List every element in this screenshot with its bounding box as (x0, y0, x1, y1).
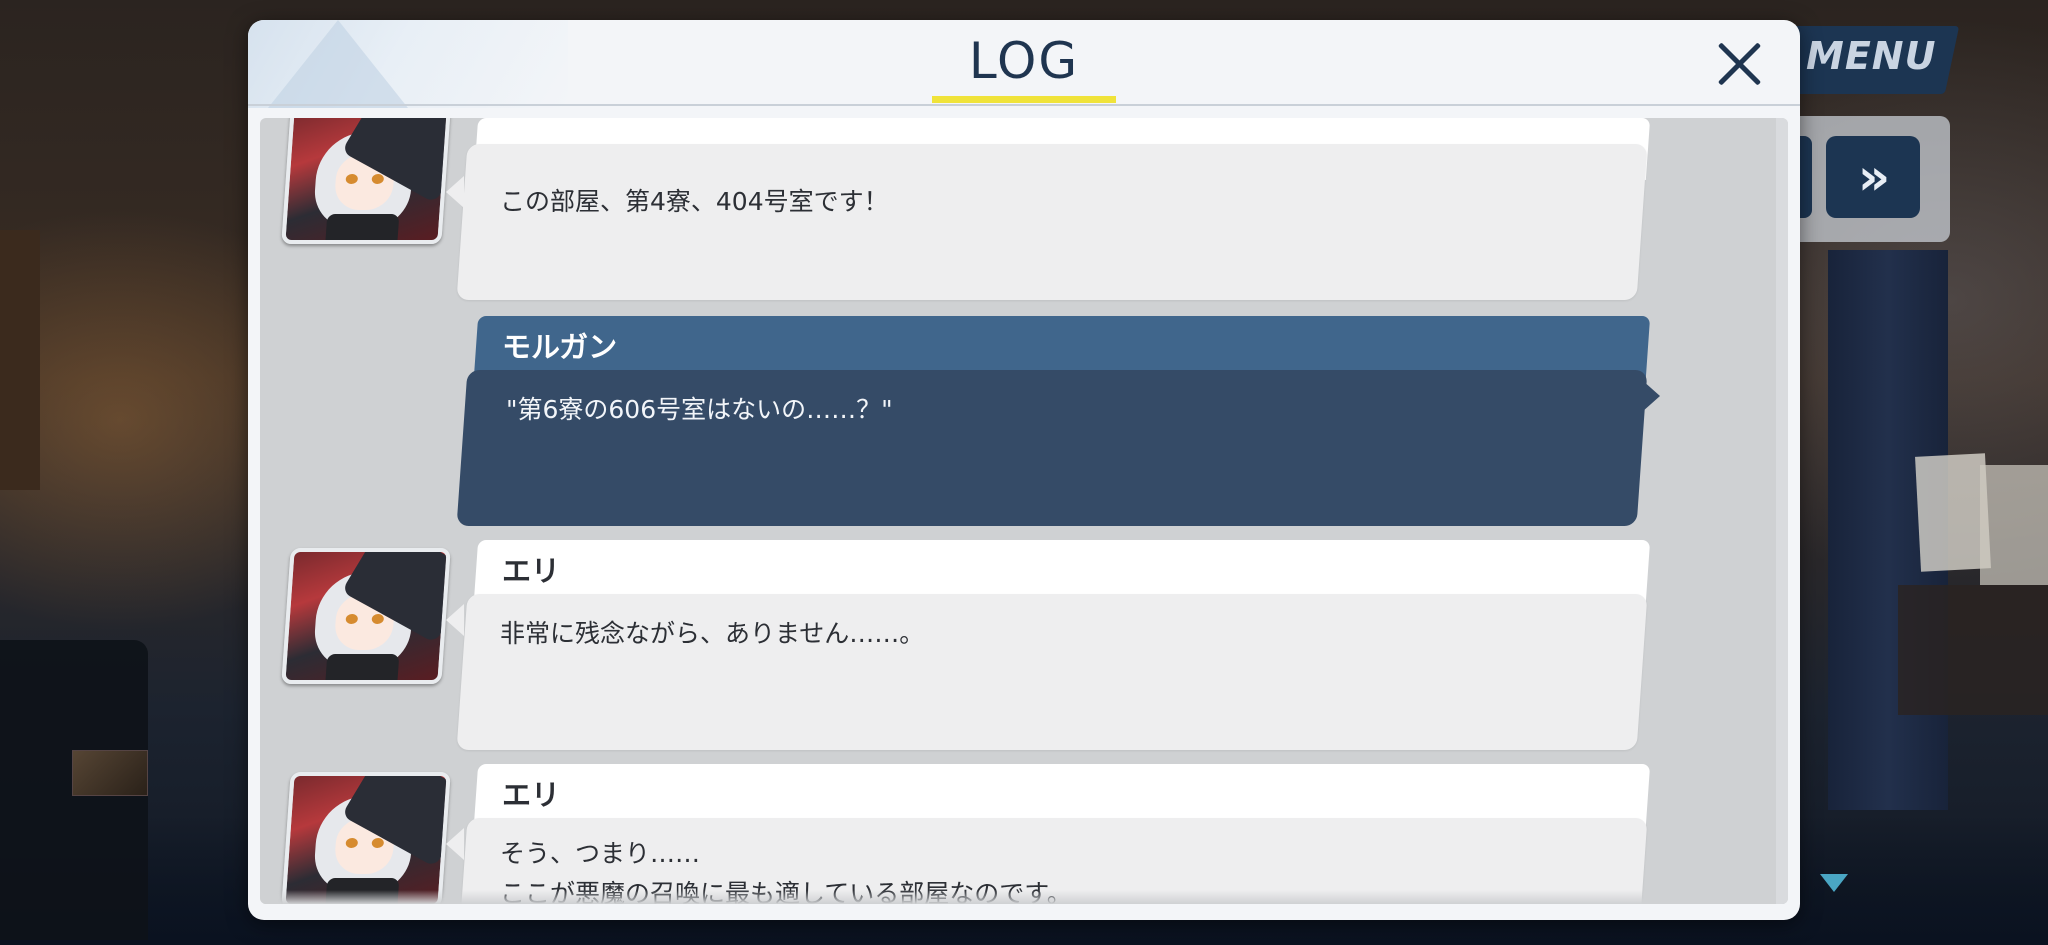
log-entry: エリ 非常に残念ながら、ありません……。 (260, 540, 1788, 750)
bubble-pointer (446, 176, 464, 208)
bubble-pointer (1642, 380, 1660, 412)
log-scrollbar[interactable] (1776, 118, 1788, 904)
message-box (456, 144, 1648, 300)
speaker-name-bar (473, 764, 1651, 826)
scene-thumbnail[interactable] (72, 750, 148, 796)
character-portrait (281, 548, 451, 684)
message-text: この部屋、第4寮、404号室です！ (500, 187, 889, 216)
bubble-pointer (446, 604, 464, 636)
speaker-name: モルガン (502, 330, 618, 364)
fast-forward-button[interactable]: » (1826, 136, 1920, 218)
log-title: LOG (968, 32, 1080, 90)
close-icon[interactable] (1710, 34, 1770, 94)
log-bottom-fade (260, 890, 1788, 904)
speaker-name: エリ (502, 554, 561, 588)
speaker-name-bar (473, 540, 1651, 602)
log-dialog: LOG この部屋、第4寮、404号室です！ モルガン "第6寮の606号室はない… (248, 20, 1800, 920)
title-underline (932, 96, 1116, 103)
message-text: "第6寮の606号室はないの……？" (506, 395, 893, 424)
header-divider (248, 104, 1800, 106)
log-entry: この部屋、第4寮、404号室です！ (260, 118, 1788, 300)
menu-button-label: MENU (1806, 34, 1937, 78)
character-portrait (281, 118, 451, 244)
triangle-down-icon (1820, 874, 1848, 892)
fast-forward-icon: » (1857, 148, 1891, 206)
character-portrait (281, 772, 451, 904)
log-scroll-area[interactable]: この部屋、第4寮、404号室です！ モルガン "第6寮の606号室はないの……？… (260, 118, 1788, 904)
background-papers-2 (1980, 465, 2048, 585)
log-entry: モルガン "第6寮の606号室はないの……？" (260, 316, 1788, 526)
bubble-pointer (446, 828, 464, 860)
log-entry: エリ そう、つまり…… ここが悪魔の召喚に最も適している部屋なのです。 (260, 764, 1788, 904)
background-shelf (0, 230, 40, 490)
message-text: 非常に残念ながら、ありません……。 (500, 619, 925, 648)
speaker-name: エリ (502, 778, 561, 812)
speaker-name-bar (473, 316, 1651, 378)
background-bookshelf (1898, 585, 2048, 715)
